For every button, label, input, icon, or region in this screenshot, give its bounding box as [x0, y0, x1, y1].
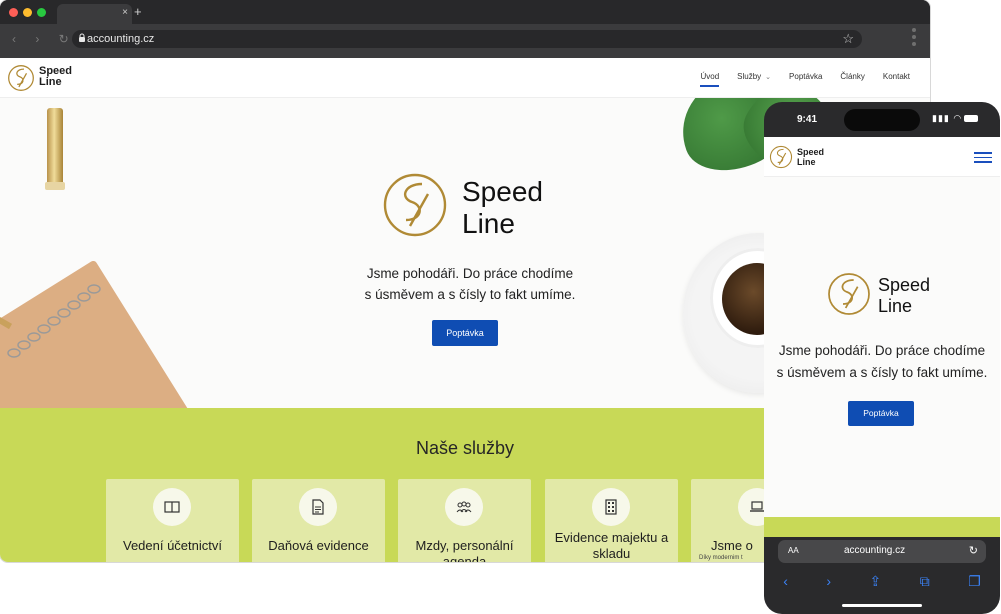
- url-text: accounting.cz: [87, 33, 155, 45]
- hero-tagline: Jsme pohodáři. Do práce chodíme s úsměve…: [330, 263, 610, 305]
- pen-image: [47, 108, 63, 190]
- mobile-phone-frame: 9:41 ▮▮▮ ◠ Speed Line Speed Line Jsme po…: [764, 102, 1000, 614]
- hero-logo-line-2: Line: [462, 208, 515, 239]
- chevron-down-icon: ⌄: [765, 74, 772, 81]
- tab-strip: × +: [0, 0, 930, 24]
- hero-tagline-line-2: s úsměvem a s čísly to fakt umíme.: [364, 287, 576, 302]
- hamburger-menu-icon[interactable]: [974, 152, 992, 164]
- hero-logo-line-1: Speed: [462, 176, 543, 207]
- book-icon: [153, 488, 191, 526]
- mobile-tagline-line-2: s úsměvem a s čísly to fakt umíme.: [776, 365, 988, 380]
- speedline-logo-icon: [828, 273, 870, 315]
- mobile-browser-toolbar: ‹ › ⇪ ⧉ ❐: [764, 570, 1000, 592]
- speedline-logo-icon: [383, 173, 447, 237]
- service-card-payroll[interactable]: Mzdy, personální agenda: [398, 479, 531, 562]
- nav-item-sluzby-label: Služby: [737, 72, 762, 81]
- mobile-hero-logo-line-1: Speed: [878, 275, 931, 295]
- site-header: Speed Line Úvod Služby ⌄ Poptávka Články …: [0, 58, 930, 98]
- poptavka-button[interactable]: Poptávka: [432, 320, 498, 346]
- mobile-tagline-line-1: Jsme pohodáři. Do práce chodíme: [778, 343, 986, 358]
- nav-item-poptavka[interactable]: Poptávka: [789, 72, 822, 83]
- status-icons: ▮▮▮ ◠: [932, 113, 979, 124]
- service-card-label: Mzdy, personální agenda: [415, 538, 514, 562]
- home-indicator: [842, 604, 922, 607]
- mobile-logo-line-2: Line: [797, 157, 816, 167]
- browser-chrome: × + ‹ › ↻ accounting.cz ☆: [0, 0, 930, 58]
- logo-line-2: Line: [39, 76, 62, 88]
- share-icon[interactable]: ⇪: [870, 573, 882, 590]
- nav-item-clanky[interactable]: Články: [840, 72, 864, 83]
- bookmarks-icon[interactable]: ⧉: [920, 573, 930, 590]
- browser-menu-icon[interactable]: [912, 28, 916, 48]
- mobile-screen: Speed Line Speed Line Jsme pohodáři. Do …: [764, 137, 1000, 537]
- tabs-icon[interactable]: ❐: [968, 573, 981, 590]
- site-logo-text[interactable]: Speed Line: [39, 66, 72, 88]
- main-navigation: Úvod Služby ⌄ Poptávka Články Kontakt: [700, 72, 910, 87]
- mobile-hero-logo-line-2: Line: [878, 296, 913, 316]
- hero-tagline-line-1: Jsme pohodáři. Do práce chodíme: [366, 266, 574, 281]
- dynamic-island: [844, 109, 920, 131]
- service-card-label: Vedení účetnictví: [122, 538, 222, 553]
- maximize-window-button[interactable]: [37, 8, 46, 17]
- minimize-window-button[interactable]: [23, 8, 32, 17]
- service-card-tax[interactable]: Daňová evidence: [252, 479, 385, 562]
- mobile-logo-text[interactable]: Speed Line: [797, 147, 824, 167]
- document-icon: [299, 488, 337, 526]
- browser-tab[interactable]: ×: [57, 4, 132, 24]
- people-icon: [445, 488, 483, 526]
- mobile-address-bar[interactable]: AA accounting.cz ↻: [778, 540, 986, 563]
- mobile-url-text: accounting.cz: [844, 545, 906, 556]
- tab-close-icon[interactable]: ×: [122, 6, 128, 20]
- mobile-poptavka-button[interactable]: Poptávka: [848, 401, 914, 426]
- text-size-button[interactable]: AA: [788, 546, 799, 555]
- speedline-logo-icon[interactable]: [769, 145, 793, 169]
- status-time: 9:41: [797, 114, 818, 125]
- hero-logo-text: Speed Line: [462, 176, 543, 240]
- building-icon: [592, 488, 630, 526]
- speedline-logo-icon[interactable]: [7, 64, 35, 92]
- pen-cap-image: [45, 182, 65, 190]
- address-bar[interactable]: accounting.cz ☆: [72, 30, 862, 48]
- back-icon[interactable]: ‹: [783, 573, 788, 589]
- mobile-logo-line-1: Speed: [797, 147, 825, 157]
- navigation-buttons[interactable]: ‹ › ↻: [12, 32, 77, 46]
- mobile-site-header: Speed Line: [764, 137, 1000, 177]
- bookmark-star-icon[interactable]: ☆: [842, 31, 854, 47]
- battery-icon: [964, 115, 979, 123]
- mobile-hero-logo-text: Speed Line: [878, 275, 930, 317]
- forward-icon[interactable]: ›: [826, 573, 831, 589]
- nav-item-kontakt[interactable]: Kontakt: [883, 72, 910, 83]
- service-card-accounting[interactable]: Vedení účetnictví: [106, 479, 239, 562]
- mobile-services-strip: [764, 517, 1000, 537]
- service-card-assets[interactable]: Evidence majektu a skladu: [545, 479, 678, 562]
- signal-wifi-icon: ▮▮▮ ◠: [932, 113, 963, 123]
- nav-item-sluzby[interactable]: Služby ⌄: [737, 72, 771, 83]
- mobile-hero-tagline: Jsme pohodáři. Do práce chodíme s úsměve…: [764, 340, 1000, 384]
- lock-icon: [79, 33, 85, 42]
- new-tab-button[interactable]: +: [134, 5, 142, 19]
- close-window-button[interactable]: [9, 8, 18, 17]
- reload-icon[interactable]: ↻: [969, 544, 978, 557]
- nav-item-uvod[interactable]: Úvod: [700, 72, 719, 87]
- service-card-label: Evidence majektu a skladu: [554, 530, 669, 561]
- notebook-spiral-image: [7, 284, 101, 358]
- service-card-label: Daňová evidence: [268, 538, 369, 553]
